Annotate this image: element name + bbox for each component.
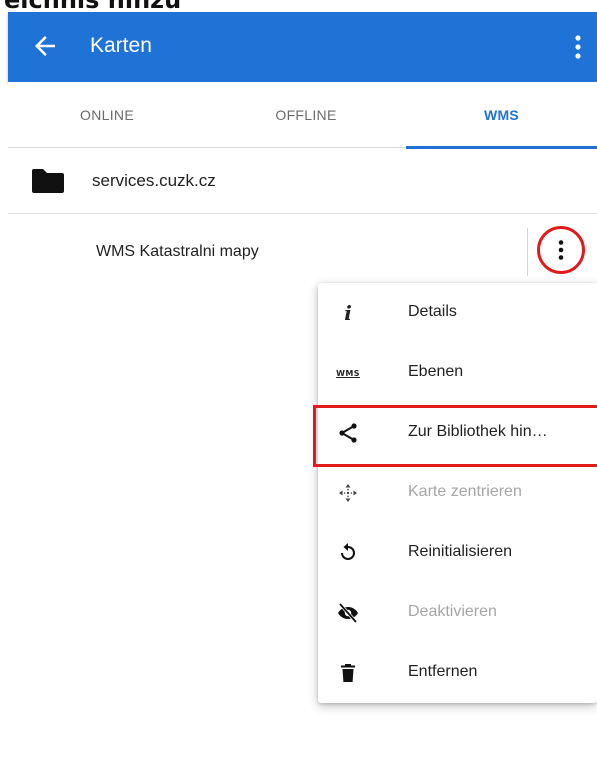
info-icon: i	[344, 301, 352, 325]
folder-label: services.cuzk.cz	[92, 171, 216, 190]
tab-online[interactable]: ONLINE	[8, 82, 206, 148]
menu-item-label: Ebenen	[408, 363, 464, 380]
more-vertical-icon	[575, 35, 581, 59]
arrow-left-icon	[35, 36, 55, 56]
menu-item-label: Reinitialisieren	[408, 543, 513, 560]
center-map-icon	[336, 481, 360, 505]
menu-item-label: Deaktivieren	[408, 603, 497, 620]
wms-layers-icon: WMS	[336, 368, 360, 378]
top-caption: eichnis hinzu	[0, 0, 597, 12]
menu-item-ebenen[interactable]: WMS Ebenen	[318, 343, 597, 403]
folder-row[interactable]: services.cuzk.cz	[8, 148, 597, 214]
refresh-icon	[336, 541, 360, 565]
tab-offline[interactable]: OFFLINE	[206, 82, 406, 148]
tab-bar: ONLINE OFFLINE WMS	[8, 82, 597, 149]
app-bar: Karten	[8, 12, 597, 82]
back-button[interactable]	[30, 31, 60, 61]
map-item-label: WMS Katastralni mapy	[96, 243, 259, 260]
row-divider	[527, 228, 528, 276]
menu-item-center-map[interactable]: Karte zentrieren	[318, 463, 597, 523]
menu-item-add-to-library[interactable]: Zur Bibliothek hin…	[313, 403, 597, 467]
share-icon	[336, 421, 360, 445]
folder-icon	[32, 169, 64, 193]
menu-item-remove[interactable]: Entfernen	[318, 643, 597, 703]
caption-text: eichnis hinzu	[4, 0, 181, 12]
page-title: Karten	[90, 34, 152, 57]
eye-off-icon	[336, 601, 360, 625]
overflow-menu-button[interactable]	[569, 32, 587, 62]
menu-item-label: Karte zentrieren	[408, 483, 522, 500]
tab-wms[interactable]: WMS	[406, 82, 597, 149]
menu-item-deactivate[interactable]: Deaktivieren	[318, 583, 597, 643]
trash-icon	[336, 661, 360, 685]
menu-item-reinitialize[interactable]: Reinitialisieren	[318, 523, 597, 583]
menu-item-label: Entfernen	[408, 663, 478, 680]
menu-item-details[interactable]: i Details	[318, 283, 597, 343]
highlight-circle	[537, 226, 585, 274]
menu-item-label: Details	[408, 303, 457, 320]
menu-item-label: Zur Bibliothek hin…	[408, 423, 548, 440]
context-menu: i Details WMS Ebenen Zur Bibliothek hin…	[313, 283, 597, 703]
